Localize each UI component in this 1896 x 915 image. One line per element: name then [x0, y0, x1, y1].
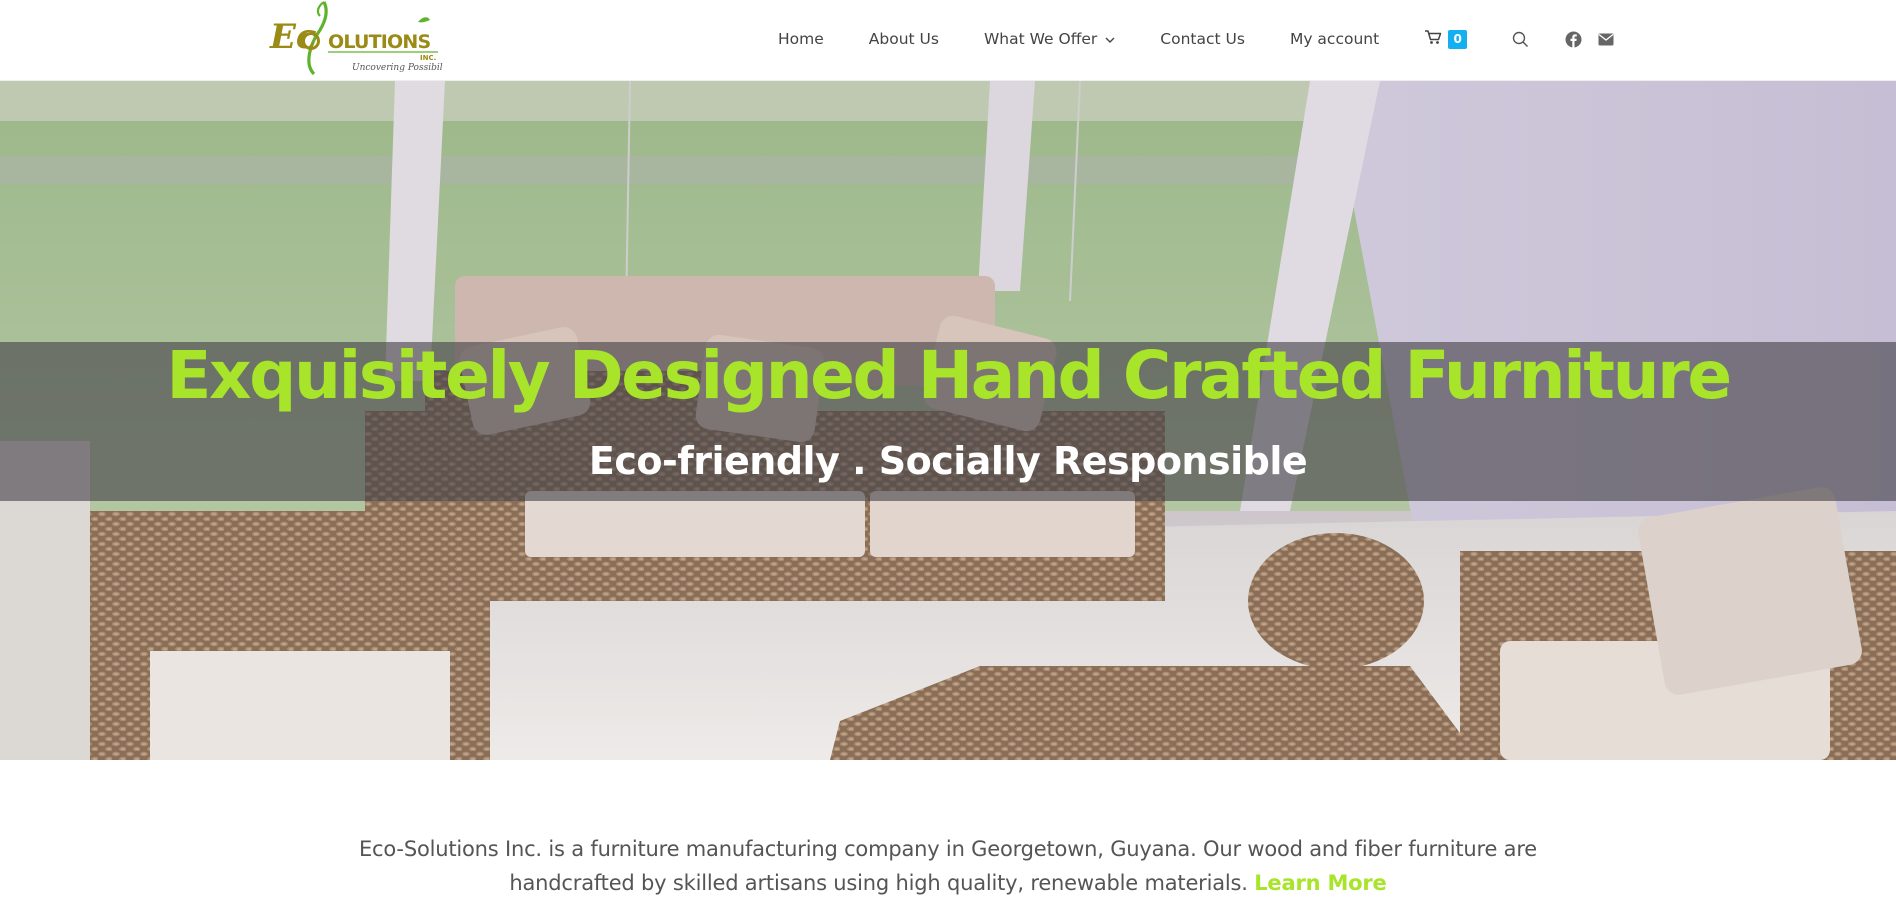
nav-item-label: Contact Us [1160, 30, 1245, 48]
chevron-down-icon [1105, 30, 1115, 48]
nav-item-label: What We Offer [983, 30, 1098, 48]
nav-item-my-account[interactable]: My account [1290, 30, 1379, 48]
nav-item-what-we-offer[interactable]: What We Offer [984, 30, 1115, 48]
intro-paragraph: Eco-Solutions Inc. is a furniture manufa… [340, 832, 1556, 900]
site-header: Ec OLUTIONS INC. Uncovering Possibilitie… [0, 0, 1896, 81]
cart-icon [1424, 29, 1442, 50]
envelope-icon[interactable] [1598, 33, 1614, 46]
facebook-icon[interactable] [1565, 31, 1582, 48]
search-icon[interactable] [1512, 31, 1529, 48]
svg-text:INC.: INC. [420, 54, 436, 62]
hero-subtitle: Eco-friendly . Socially Responsible [588, 439, 1308, 483]
svg-text:OLUTIONS: OLUTIONS [328, 31, 430, 53]
learn-more-link[interactable]: Learn More [1254, 871, 1387, 895]
cart-button[interactable]: 0 [1424, 29, 1468, 50]
hero-section: Exquisitely Designed Hand Crafted Furnit… [0, 81, 1896, 760]
cart-count-badge: 0 [1448, 29, 1468, 49]
nav-item-about-us[interactable]: About Us [869, 30, 939, 48]
nav-item-home[interactable]: Home [778, 30, 824, 48]
hero-title: Exquisitely Designed Hand Crafted Furnit… [166, 337, 1732, 414]
svg-text:Uncovering Possibilities: Uncovering Possibilities [352, 63, 443, 73]
nav-item-label: My account [1289, 30, 1380, 48]
site-logo[interactable]: Ec OLUTIONS INC. Uncovering Possibilitie… [268, 0, 443, 78]
main-nav: Home About Us What We Offer Contact Us M… [778, 0, 1614, 78]
nav-item-label: Home [778, 30, 824, 48]
nav-item-label: About Us [868, 30, 939, 48]
nav-item-contact-us[interactable]: Contact Us [1160, 30, 1245, 48]
svg-text:Ec: Ec [269, 17, 317, 57]
